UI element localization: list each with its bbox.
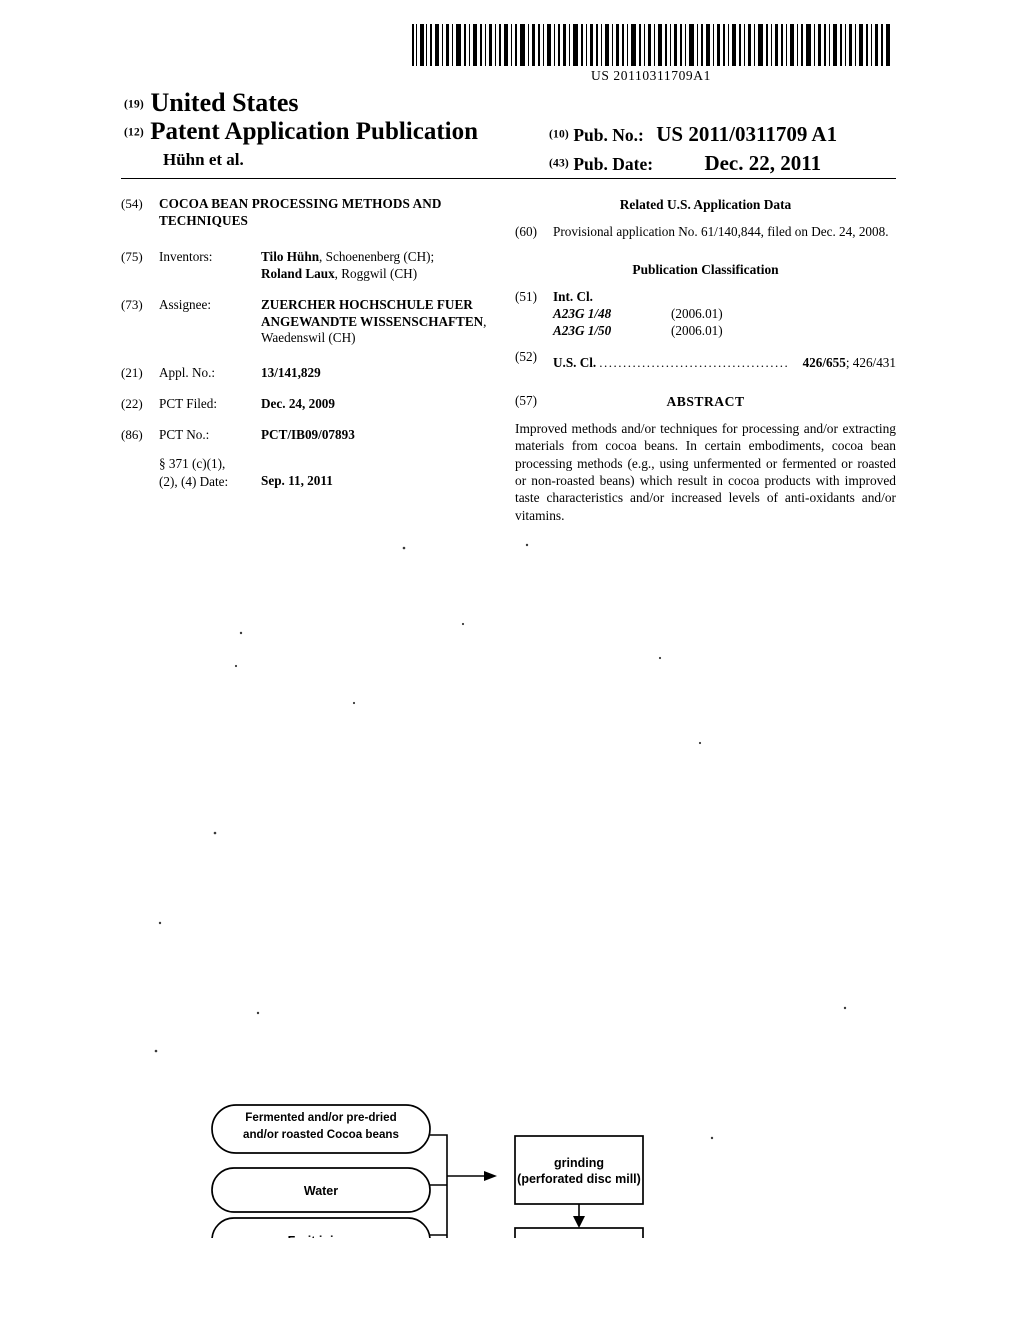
field-section-371: § 371 (c)(1), (2), (4) Date: Sep. 11, 20…: [121, 455, 501, 489]
abstract-heading: ABSTRACT: [666, 394, 745, 410]
patent-front-page: US 20110311709A1 (19) United States (12)…: [0, 0, 1024, 1320]
author-line: Hühn et al.: [163, 150, 244, 169]
us-cl-secondary: ; 426/431: [845, 354, 896, 370]
inventors-label: Inventors:: [159, 249, 213, 265]
abstract-text: Improved methods and/or techniques for p…: [515, 420, 896, 523]
provisional-text: Provisional application No. 61/140,844, …: [553, 224, 889, 240]
field-assignee: (73) Assignee: ZUERCHER HOCHSCHULE FUER …: [121, 297, 501, 347]
int-cl-version: (2006.01): [671, 305, 723, 321]
code-43: (43): [549, 157, 569, 170]
pct-no-code: (86): [121, 426, 143, 442]
bibliographic-left-column: (54) COCOA BEAN PROCESSING METHODS AND T…: [121, 196, 501, 490]
appl-no-value: 13/141,829: [261, 365, 321, 381]
country-line: (19) United States: [124, 88, 299, 118]
field-title: (54) COCOA BEAN PROCESSING METHODS AND T…: [121, 196, 501, 229]
header-divider: [121, 178, 896, 179]
process-flow-diagram: Fermented and/or pre-dried and/or roaste…: [0, 538, 1024, 1238]
assignee-name: ZUERCHER HOCHSCHULE FUER ANGEWANDTE WISS…: [261, 296, 484, 329]
appl-no-label: Appl. No.:: [159, 365, 216, 381]
appl-no-code: (21): [121, 365, 143, 381]
title-text: COCOA BEAN PROCESSING METHODS AND TECHNI…: [159, 196, 442, 228]
assignee-value: ZUERCHER HOCHSCHULE FUER ANGEWANDTE WISS…: [261, 297, 501, 347]
node-grinding-line2: (perforated disc mill): [517, 1172, 641, 1186]
int-cl-body: Int. Cl. A23G 1/48 (2006.01) A23G 1/50 (…: [553, 289, 896, 340]
publication-number-line: (10) Pub. No.: US 2011/0311709 A1: [549, 122, 837, 147]
pct-filed-code: (22): [121, 395, 143, 411]
pub-date-value: Dec. 22, 2011: [704, 151, 822, 175]
us-cl-code: (52): [515, 348, 537, 364]
barcode-image: [412, 24, 890, 66]
pct-filed-value: Dec. 24, 2009: [261, 395, 335, 411]
pct-filed-label: PCT Filed:: [159, 395, 218, 411]
inventor-entry: Tilo Hühn, Schoenenberg (CH);: [261, 249, 501, 266]
publication-barcode-number: US 20110311709A1: [591, 68, 711, 83]
int-cl-code: (51): [515, 288, 537, 304]
assignee-label: Assignee:: [159, 296, 212, 312]
country-name: United States: [150, 88, 299, 117]
inventor-location: , Roggwil (CH): [334, 266, 418, 282]
barcode-block: US 20110311709A1: [410, 24, 892, 84]
pct-no-label: PCT No.:: [159, 426, 210, 442]
us-cl-value: 426/655; 426/431: [803, 355, 896, 372]
provisional-code: (60): [515, 224, 537, 240]
inventors-value: Tilo Hühn, Schoenenberg (CH); Roland Lau…: [261, 249, 501, 283]
pub-no-label: Pub. No.:: [573, 125, 644, 145]
code-19: (19): [124, 98, 144, 111]
arrow-to-fine-grinding: [573, 1216, 585, 1228]
related-application-data-heading: Related U.S. Application Data: [619, 197, 792, 212]
section-371-label: § 371 (c)(1), (2), (4) Date:: [159, 455, 261, 489]
us-cl-leader: ........................................: [599, 354, 790, 370]
pub-no-value: US 2011/0311709 A1: [656, 122, 838, 146]
section-371-line2: (2), (4) Date:: [159, 473, 229, 489]
pub-date-label: Pub. Date:: [573, 154, 654, 174]
pct-no-value: PCT/IB09/07893: [261, 426, 355, 442]
node-cocoa-beans-line1: Fermented and/or pre-dried: [245, 1111, 396, 1124]
int-cl-entry: A23G 1/50 (2006.01): [553, 323, 896, 340]
inventor-entry: Roland Laux, Roggwil (CH): [261, 266, 501, 283]
int-cl-version: (2006.01): [671, 322, 723, 338]
us-cl-row: U.S. Cl. ...............................…: [553, 355, 896, 372]
node-grinding[interactable]: [514, 1135, 644, 1205]
assignee-code: (73): [121, 296, 143, 312]
field-inventors: (75) Inventors: Tilo Hühn, Schoenenberg …: [121, 249, 501, 283]
field-us-cl: (52) U.S. Cl. ..........................…: [515, 349, 896, 372]
us-cl-label: U.S. Cl.: [553, 354, 597, 370]
field-int-cl: (51) Int. Cl. A23G 1/48 (2006.01) A23G 1…: [515, 289, 896, 340]
node-fruit-juices-label: Fruit juices: [288, 1234, 355, 1238]
input-nodes: Fermented and/or pre-dried and/or roaste…: [211, 1104, 431, 1238]
code-10: (10): [549, 128, 569, 141]
node-water-label: Water: [304, 1184, 338, 1198]
section-371-line1: § 371 (c)(1),: [159, 456, 226, 472]
abstract-heading-row: (57) ABSTRACT: [515, 393, 896, 410]
publication-date-line: (43) Pub. Date: Dec. 22, 2011: [549, 151, 821, 176]
int-cl-symbol: A23G 1/50: [553, 322, 612, 338]
node-fine-grinding[interactable]: [514, 1227, 644, 1238]
input-bus-connector: [430, 1134, 487, 1238]
document-type: Patent Application Publication: [150, 118, 479, 145]
field-provisional: (60) Provisional application No. 61/140,…: [515, 224, 896, 241]
section-371-value: Sep. 11, 2011: [261, 472, 333, 488]
node-grinding-line1: grinding: [554, 1156, 604, 1170]
inventor-name: Tilo Hühn: [261, 249, 320, 265]
bibliographic-right-column: Related U.S. Application Data (60) Provi…: [515, 196, 896, 524]
inventor-location: , Schoenenberg (CH);: [319, 249, 435, 265]
field-pct-no: (86) PCT No.: PCT/IB09/07893: [121, 427, 501, 444]
publication-classification-heading: Publication Classification: [632, 261, 779, 277]
inventors-code: (75): [121, 249, 143, 265]
field-appl-no: (21) Appl. No.: 13/141,829: [121, 365, 501, 382]
title-code: (54): [121, 196, 143, 211]
int-cl-entry: A23G 1/48 (2006.01): [553, 306, 896, 323]
node-cocoa-beans-line2: and/or roasted Cocoa beans: [243, 1128, 399, 1141]
int-cl-label: Int. Cl.: [553, 288, 593, 304]
document-type-line: (12) Patent Application Publication: [124, 118, 478, 146]
arrow-to-grinding: [484, 1171, 497, 1181]
code-12: (12): [124, 126, 144, 139]
field-pct-filed: (22) PCT Filed: Dec. 24, 2009: [121, 396, 501, 413]
flowchart-svg: Fermented and/or pre-dried and/or roaste…: [154, 543, 847, 1238]
us-cl-primary: 426/655: [802, 354, 846, 370]
abstract-code: (57): [515, 393, 537, 409]
inventor-name: Roland Laux: [261, 266, 335, 282]
int-cl-symbol: A23G 1/48: [553, 305, 612, 321]
